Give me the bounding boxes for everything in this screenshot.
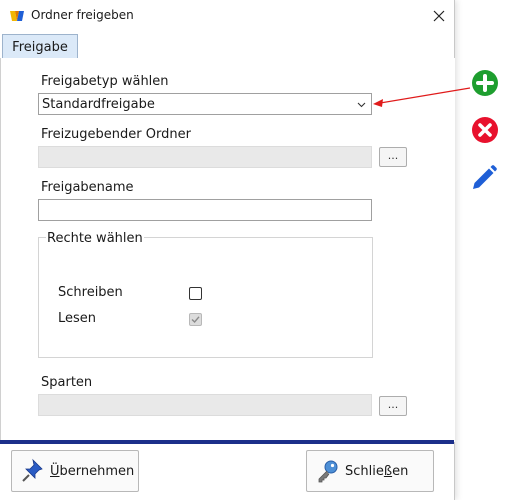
read-label: Lesen <box>58 311 97 326</box>
apply-button[interactable]: Übernehmen <box>11 450 139 492</box>
delete-circle-icon[interactable] <box>471 116 499 144</box>
checkmark-icon <box>191 316 200 324</box>
write-label: Schreiben <box>58 285 123 300</box>
chevron-down-icon <box>357 102 366 108</box>
sections-browse-button[interactable]: ... <box>379 396 407 416</box>
close-icon <box>433 10 445 21</box>
folder-label: Freizugebender Ordner <box>41 127 191 142</box>
rights-group-label: Rechte wählen <box>46 231 144 246</box>
close-window-button[interactable] <box>424 0 454 31</box>
key-icon <box>318 460 338 483</box>
read-checkbox[interactable] <box>189 313 202 326</box>
add-circle-icon[interactable] <box>471 69 499 97</box>
folder-browse-button[interactable]: ... <box>379 147 407 167</box>
pushpin-icon <box>22 458 43 482</box>
share-type-value: Standardfreigabe <box>42 96 155 112</box>
window-title: Ordner freigeben <box>31 8 134 22</box>
folder-input <box>38 146 372 168</box>
share-name-input[interactable] <box>38 199 372 221</box>
close-button-label: Schließen <box>345 463 409 479</box>
title-bar: Ordner freigeben <box>0 0 454 31</box>
apply-button-label: Übernehmen <box>50 463 135 479</box>
share-type-select[interactable]: Standardfreigabe <box>38 93 372 115</box>
edit-pencil-icon[interactable] <box>470 164 498 192</box>
share-folder-dialog: Ordner freigeben Freigabe Freigabetyp wä… <box>0 0 455 500</box>
sections-input <box>38 394 372 416</box>
tab-strip: Freigabe <box>0 31 454 59</box>
share-type-label: Freigabetyp wählen <box>41 74 169 89</box>
close-button[interactable]: Schließen <box>306 450 434 492</box>
tab-freigabe[interactable]: Freigabe <box>2 34 78 59</box>
sections-label: Sparten <box>41 375 93 390</box>
write-checkbox[interactable] <box>189 287 202 300</box>
share-name-label: Freigabename <box>41 180 134 195</box>
screen: Ordner freigeben Freigabe Freigabetyp wä… <box>0 0 518 500</box>
dialog-footer: Übernehmen Schließen <box>0 444 454 500</box>
app-icon <box>10 11 24 21</box>
